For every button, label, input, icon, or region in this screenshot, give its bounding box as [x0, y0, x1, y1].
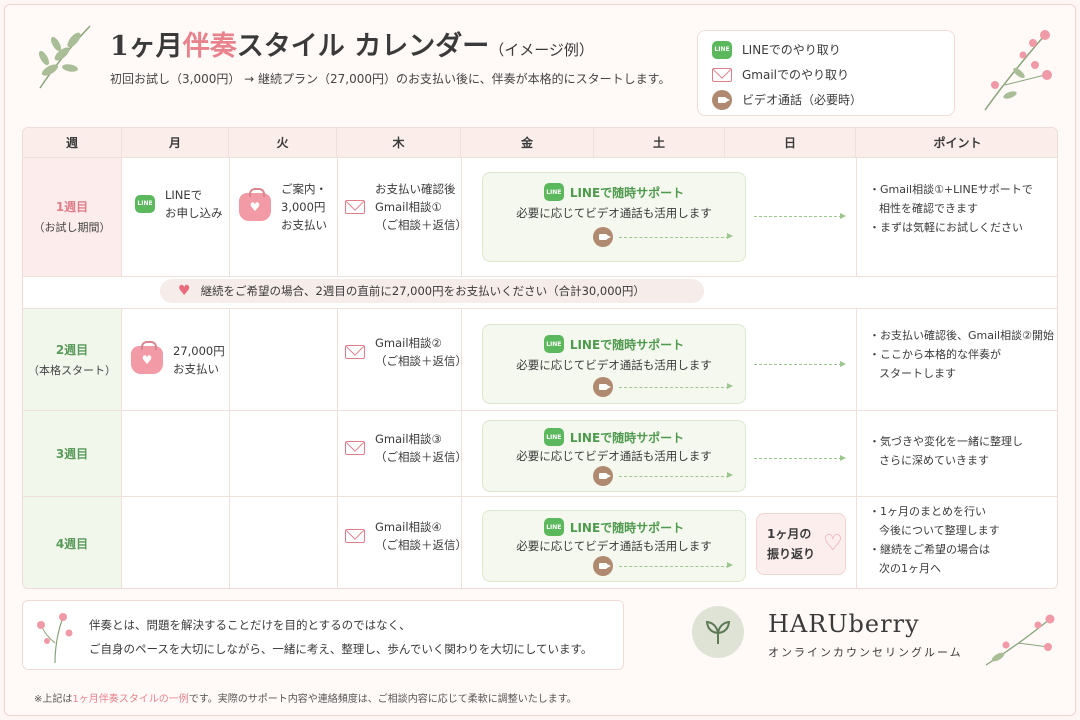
col-header-mon: 月: [122, 128, 229, 157]
mail-icon: [345, 441, 365, 455]
week-4-cell: 4週目: [23, 496, 122, 588]
w2-point: ・お支払い確認後、Gmail相談②開始 ・ここから本格的な伴奏が スタートします: [869, 329, 1054, 380]
w1-point: ・Gmail相談①+LINEサポートで 相性を確認できます ・まずは気軽にお試しくだ…: [869, 183, 1033, 234]
brand-name: HARUberry: [768, 610, 920, 638]
legend-video: ビデオ通話（必要時）: [712, 87, 940, 112]
col-header-fri: 金: [461, 128, 594, 157]
mail-icon: [712, 67, 732, 82]
legend-line: LINE LINEでのやり取り: [712, 37, 940, 62]
purse-icon: ♥: [131, 341, 163, 374]
col-header-week: 週: [23, 128, 122, 157]
philosophy-line-2: ご自身のペースを大切にしながら、一緒に考え、整理し、歩んでいく関わりを大切にして…: [89, 642, 593, 656]
philosophy-box: 伴奏とは、問題を解決することだけを目的とするのではなく、 ご自身のペースを大切に…: [22, 600, 624, 670]
video-icon: [593, 377, 613, 397]
flower-decoration-icon: [985, 614, 1055, 666]
continue-notice: ♥ 継続をご希望の場合、2週目の直前に27,000円をお支払いください（合計30,…: [160, 279, 704, 303]
w4-point: ・1ヶ月のまとめを行い 今後について整理します ・継続をご希望の場合は 次の1ヶ月へ: [869, 505, 1000, 575]
col-header-tue: 火: [229, 128, 337, 157]
w1-line-support: LINE LINEで随時サポート 必要に応じてビデオ通話も活用します: [482, 172, 746, 262]
w4-thu-cell: Gmail相談④ （ご相談＋返信）: [345, 518, 467, 554]
heart-icon: ♥: [178, 283, 191, 299]
continue-arrow: [754, 454, 846, 461]
w1-mon-cell: LINE LINEで お申し込み: [135, 186, 223, 222]
w3-point: ・気づきや変化を一緒に整理し さらに深めていきます: [869, 435, 1023, 467]
continue-arrow: [754, 212, 846, 219]
col-header-thu: 木: [337, 128, 461, 157]
col-header-sun: 日: [725, 128, 856, 157]
mail-icon: [345, 529, 365, 543]
sprout-icon: [705, 620, 731, 644]
video-icon: [593, 227, 613, 247]
w4-line-support: LINE LINEで随時サポート 必要に応じてビデオ通話も活用します: [482, 510, 746, 582]
video-icon: [593, 556, 613, 576]
w2-line-support: LINE LINEで随時サポート 必要に応じてビデオ通話も活用します: [482, 324, 746, 404]
line-icon: LINE: [543, 183, 564, 201]
col-header-sat: 土: [594, 128, 725, 157]
line-icon: LINE: [135, 195, 155, 213]
brand-subtitle: オンラインカウンセリングルーム: [768, 646, 963, 659]
purse-icon: ♥: [239, 188, 271, 221]
week-1-cell: 1週目 （お試し期間）: [23, 157, 122, 276]
w2-thu-cell: Gmail相談② （ご相談＋返信）: [345, 334, 467, 370]
w3-thu-cell: Gmail相談③ （ご相談＋返信）: [345, 430, 467, 466]
page-subtitle: 初回お試し（3,000円） → 継続プラン（27,000円）のお支払い後に、伴奏…: [110, 72, 671, 86]
heart-outline-icon: ♡: [823, 531, 843, 556]
line-icon: LINE: [543, 335, 564, 353]
week-3-cell: 3週目: [23, 410, 122, 496]
legend: LINE LINEでのやり取り Gmailでのやり取り ビデオ通話（必要時）: [697, 30, 955, 116]
video-icon: [593, 466, 613, 486]
continue-arrow: [754, 360, 846, 367]
week-2-cell: 2週目 （本格スタート）: [23, 308, 122, 410]
legend-gmail: Gmailでのやり取り: [712, 62, 940, 87]
brand-logo: [692, 606, 744, 658]
mail-icon: [345, 345, 365, 359]
leaf-decoration-icon: [38, 25, 91, 89]
w1-thu-cell: お支払い確認後 Gmail相談① （ご相談＋返信）: [345, 180, 467, 234]
flower-decoration-icon: [37, 613, 73, 664]
line-icon: LINE: [543, 428, 564, 446]
col-header-point: ポイント: [856, 128, 1057, 157]
calendar-table: 週 月 火 木 金 土 日 ポイント 1週目 （お試し期間） 2週目 （本格スタート…: [22, 127, 1058, 589]
video-icon: [712, 89, 732, 110]
mail-icon: [345, 200, 365, 214]
w2-mon-cell: ♥ 27,000円 お支払い: [131, 341, 225, 378]
line-icon: LINE: [543, 518, 564, 536]
flower-decoration-icon: [984, 30, 1052, 111]
w3-line-support: LINE LINEで随時サポート 必要に応じてビデオ通話も活用します: [482, 420, 746, 492]
line-icon: LINE: [712, 40, 732, 59]
footnote: ※上記は1ヶ月伴奏スタイルの一例です。実際のサポート内容や連絡頻度は、ご相談内容…: [34, 694, 577, 705]
page-title: 1ヶ月伴奏スタイル カレンダー（イメージ例）: [110, 31, 594, 62]
w1-tue-cell: ♥ ご案内・ 3,000円 お支払い: [239, 180, 327, 234]
reflection-badge: 1ヶ月の 振り返り ♡: [756, 513, 846, 575]
philosophy-line-1: 伴奏とは、問題を解決することだけを目的とするのではなく、: [89, 618, 411, 632]
